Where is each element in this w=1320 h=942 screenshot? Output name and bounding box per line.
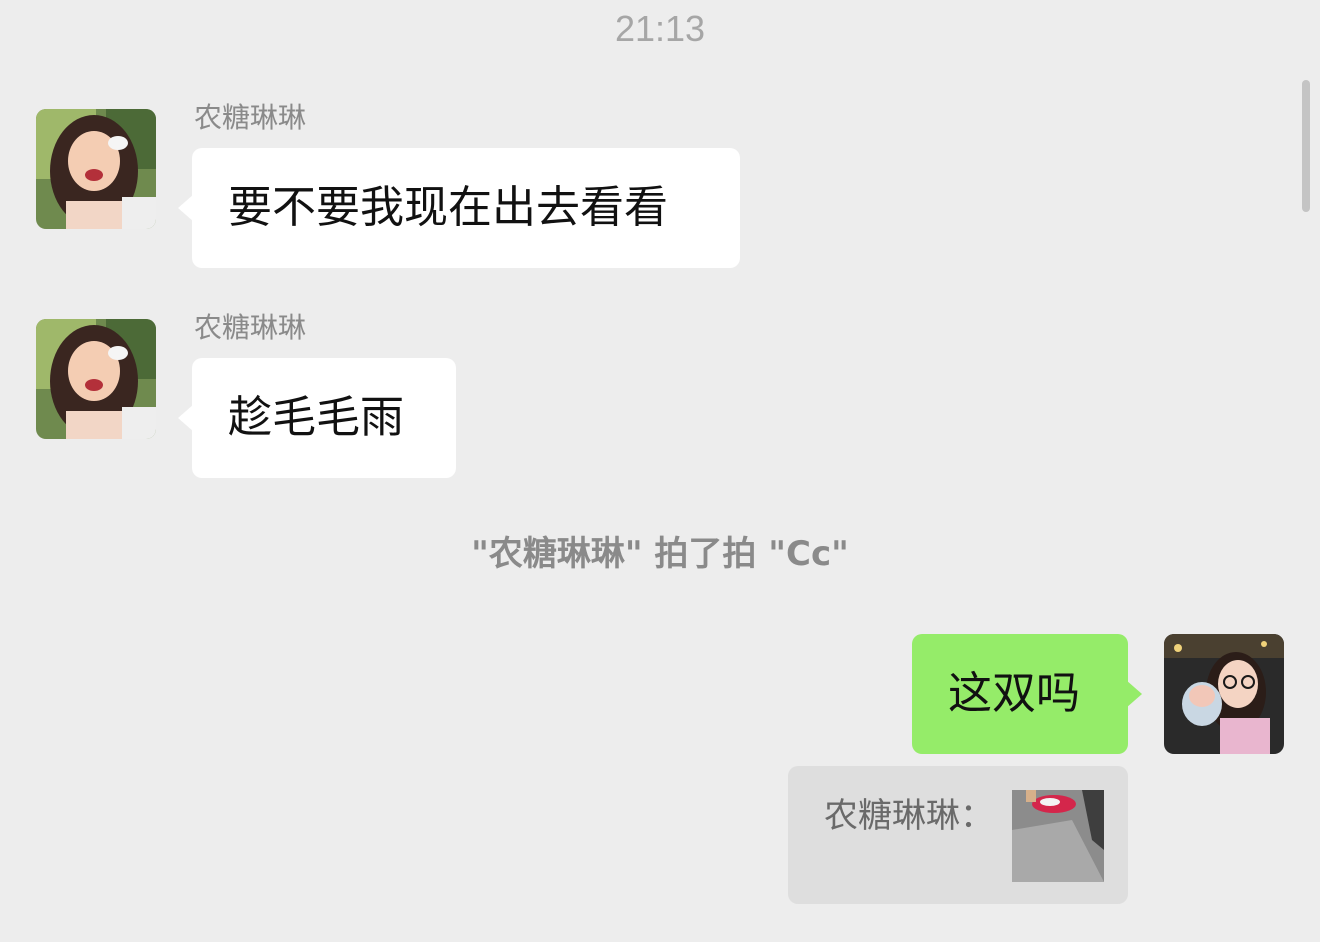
sender-name: 农糖琳琳 <box>194 311 307 344</box>
quoted-message[interactable]: 农糖琳琳： <box>788 766 1128 904</box>
quoted-image-thumbnail[interactable] <box>1012 790 1104 882</box>
quote-sender-label: 农糖琳琳： <box>824 796 994 836</box>
sender-name: 农糖琳琳 <box>194 101 307 134</box>
message-bubble[interactable]: 要不要我现在出去看看 <box>178 148 740 268</box>
my-message-bubble[interactable]: 这双吗 <box>912 634 1142 754</box>
my-avatar[interactable] <box>1164 634 1284 754</box>
pat-system-message: "农糖琳琳" 拍了拍 "Cc" <box>471 534 849 574</box>
chat-timestamp: 21:13 <box>614 8 706 49</box>
contact-avatar[interactable] <box>36 319 156 439</box>
scrollbar[interactable] <box>1302 80 1310 212</box>
message-bubble[interactable]: 趁毛毛雨 <box>178 358 456 478</box>
contact-avatar[interactable] <box>36 109 156 229</box>
